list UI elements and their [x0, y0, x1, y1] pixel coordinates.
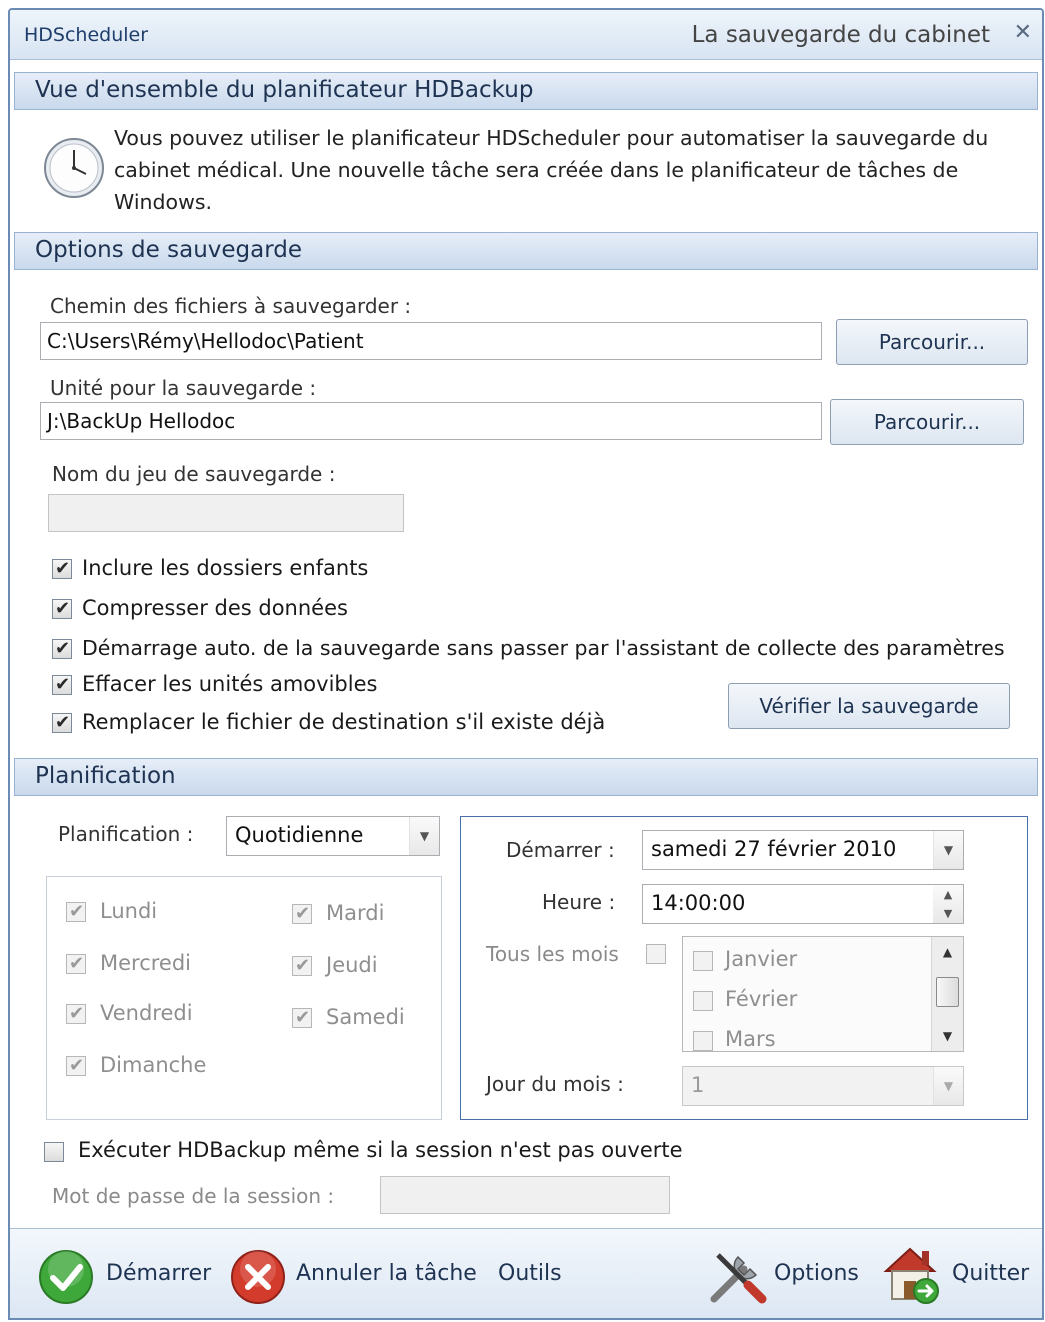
run-without-session-checkbox[interactable]: [44, 1142, 64, 1162]
quit-button[interactable]: Quitter: [880, 1229, 1030, 1318]
day-of-month-label: Jour du mois :: [486, 1072, 624, 1096]
day-checkbox-lundi[interactable]: ✔: [66, 901, 86, 922]
chevron-down-icon[interactable]: ▼: [933, 1067, 963, 1105]
destination-label: Unité pour la sauvegarde :: [50, 376, 317, 400]
house-exit-icon: [883, 1247, 939, 1304]
source-path-label: Chemin des fichiers à sauvegarder :: [50, 294, 412, 318]
quit-label: Quitter: [952, 1261, 1030, 1286]
compress-data-checkbox[interactable]: ✔: [52, 598, 72, 619]
start-button-label: Démarrer: [106, 1261, 212, 1286]
erase-removable-label: Effacer les unités amovibles: [82, 672, 378, 696]
day-label-mardi: Mardi: [326, 901, 385, 925]
include-children-label: Inclure les dossiers enfants: [82, 556, 369, 580]
day-label-vendredi: Vendredi: [100, 1001, 193, 1025]
day-checkbox-jeudi[interactable]: ✔: [292, 955, 312, 976]
cancel-task-button[interactable]: Annuler la tâche: [228, 1229, 478, 1318]
frequency-select[interactable]: Quotidienne ▼: [226, 816, 440, 856]
cancel-task-label: Annuler la tâche: [296, 1261, 477, 1286]
day-label-lundi: Lundi: [100, 899, 158, 923]
scroll-thumb[interactable]: [936, 977, 959, 1007]
tools-menu[interactable]: Outils: [498, 1229, 578, 1318]
start-date-label: Démarrer :: [506, 838, 615, 862]
start-button[interactable]: Démarrer: [36, 1229, 211, 1318]
month-checkbox-fevrier[interactable]: [693, 991, 713, 1011]
app-title: HDScheduler: [24, 24, 149, 46]
frequency-value: Quotidienne: [235, 823, 364, 847]
every-month-label: Tous les mois: [486, 942, 619, 966]
day-label-mercredi: Mercredi: [100, 951, 192, 975]
overview-text: Vous pouvez utiliser le planificateur HD…: [114, 126, 989, 214]
time-label: Heure :: [542, 890, 616, 914]
day-checkbox-mercredi[interactable]: ✔: [66, 953, 86, 974]
browse-source-button[interactable]: Parcourir...: [836, 319, 1028, 365]
scroll-down-icon[interactable]: ▼: [932, 1021, 963, 1051]
time-spinner[interactable]: ▲ ▼: [933, 885, 963, 923]
months-listbox[interactable]: Janvier Février Mars ▲ ▼: [682, 936, 964, 1052]
day-label-jeudi: Jeudi: [326, 953, 378, 977]
compress-data-label: Compresser des données: [82, 596, 348, 620]
tools-label: Outils: [498, 1261, 562, 1286]
replace-destination-label: Remplacer le fichier de destination s'il…: [82, 710, 606, 734]
time-value: 14:00:00: [651, 891, 746, 915]
months-scrollbar[interactable]: ▲ ▼: [931, 937, 963, 1051]
every-month-checkbox[interactable]: [646, 944, 666, 964]
time-field[interactable]: 14:00:00 ▲ ▼: [642, 884, 964, 924]
session-password-label: Mot de passe de la session :: [52, 1184, 335, 1208]
day-checkbox-mardi[interactable]: ✔: [292, 903, 312, 924]
spin-up-icon[interactable]: ▲: [933, 885, 963, 904]
month-checkbox-janvier[interactable]: [693, 951, 713, 971]
day-label-samedi: Samedi: [326, 1005, 405, 1029]
month-label-mars: Mars: [725, 1027, 776, 1051]
auto-start-checkbox[interactable]: ✔: [52, 638, 72, 659]
overview-header: Vue d'ensemble du planificateur HDBackup: [14, 72, 1038, 110]
erase-removable-checkbox[interactable]: ✔: [52, 674, 72, 695]
close-icon[interactable]: ✕: [1014, 20, 1032, 45]
backup-set-name-label: Nom du jeu de sauvegarde :: [52, 462, 336, 486]
check-icon: [39, 1250, 93, 1304]
month-label-fevrier: Février: [725, 987, 798, 1011]
start-date-value: samedi 27 février 2010: [651, 837, 897, 861]
start-date-picker[interactable]: samedi 27 février 2010 ▼: [642, 830, 964, 870]
day-checkbox-dimanche[interactable]: ✔: [66, 1055, 86, 1076]
destination-field[interactable]: J:\BackUp Hellodoc: [40, 402, 822, 440]
include-children-checkbox[interactable]: ✔: [52, 558, 72, 579]
auto-start-label: Démarrage auto. de la sauvegarde sans pa…: [82, 636, 1005, 660]
options-label: Options: [774, 1261, 859, 1286]
day-checkbox-vendredi[interactable]: ✔: [66, 1003, 86, 1024]
month-checkbox-mars[interactable]: [693, 1031, 713, 1051]
scheduler-window: HDScheduler La sauvegarde du cabinet ✕ V…: [8, 8, 1044, 1320]
day-checkbox-samedi[interactable]: ✔: [292, 1007, 312, 1028]
tools-icon: [710, 1253, 767, 1304]
backup-set-name-field[interactable]: [48, 494, 404, 532]
frequency-label: Planification :: [58, 822, 194, 846]
day-of-month-value: 1: [691, 1073, 705, 1097]
bottom-toolbar: Démarrer Annuler la tâche Outils Options: [10, 1228, 1042, 1318]
run-without-session-label: Exécuter HDBackup même si la session n'e…: [78, 1138, 683, 1162]
title-bar: HDScheduler La sauvegarde du cabinet ✕: [10, 10, 1042, 60]
source-path-field[interactable]: C:\Users\Rémy\Hellodoc\Patient: [40, 322, 822, 360]
session-password-field[interactable]: [380, 1176, 670, 1214]
clock-icon: [42, 136, 106, 200]
day-of-month-select[interactable]: 1 ▼: [682, 1066, 964, 1106]
month-label-janvier: Janvier: [725, 947, 798, 971]
chevron-down-icon[interactable]: ▼: [409, 817, 439, 855]
replace-destination-checkbox[interactable]: ✔: [52, 712, 72, 733]
options-button[interactable]: Options: [702, 1229, 862, 1318]
options-header: Options de sauvegarde: [14, 232, 1038, 270]
chevron-down-icon[interactable]: ▼: [933, 831, 963, 869]
browse-destination-button[interactable]: Parcourir...: [830, 399, 1024, 445]
window-subtitle: La sauvegarde du cabinet: [691, 22, 990, 48]
day-label-dimanche: Dimanche: [100, 1053, 207, 1077]
spin-down-icon[interactable]: ▼: [933, 904, 963, 923]
verify-backup-button[interactable]: Vérifier la sauvegarde: [728, 683, 1010, 729]
cancel-icon: [231, 1250, 285, 1304]
planification-header: Planification: [14, 758, 1038, 796]
scroll-up-icon[interactable]: ▲: [932, 937, 963, 967]
